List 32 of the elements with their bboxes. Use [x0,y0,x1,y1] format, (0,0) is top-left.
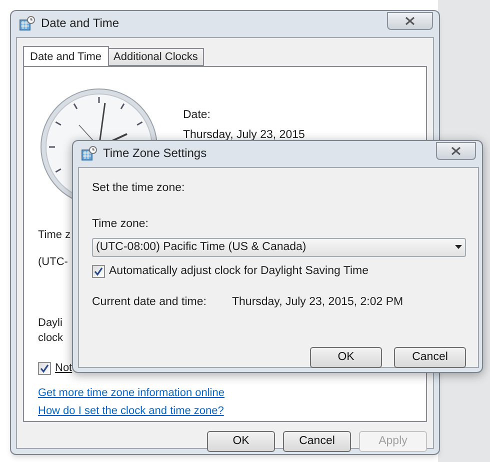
calendar-clock-icon [81,145,97,161]
close-icon [451,147,461,155]
checkbox[interactable] [38,362,51,375]
checkbox[interactable] [92,264,105,278]
close-button[interactable] [387,12,433,30]
help-link[interactable]: Get more time zone information online [38,384,224,401]
close-icon [405,17,415,25]
tab[interactable]: Date and Time [23,46,109,67]
date-value: Thursday, July 23, 2015 [183,128,305,144]
close-button[interactable] [436,142,476,160]
time-zone-dropdown[interactable]: (UTC-08:00) Pacific Time (US & Canada) [92,238,466,257]
daylight-saving-text: clock [38,331,64,346]
time-zone-value: (UTC- [38,254,68,270]
calendar-clock-icon [19,15,35,31]
date-label: Date: [183,108,212,123]
dialog-button[interactable]: OK [207,431,275,452]
checkbox-label: Automatically adjust clock for Daylight Saving Time [109,264,368,279]
window-title: Date and Time [41,15,120,32]
tab[interactable]: Additional Clocks [108,48,204,66]
dialog-button[interactable]: OK [310,347,382,368]
window-title: Time Zone Settings [103,145,207,162]
instruction-text: Set the time zone: [92,181,185,196]
current-date-value: Thursday, July 23, 2015, 2:02 PM [232,295,404,310]
dialog-button[interactable]: Cancel [394,347,466,368]
current-date-label: Current date and time: [92,295,208,310]
time-zone-label: Time z [38,228,71,243]
checkbox-label: Not [55,361,72,376]
daylight-saving-text: Dayli [38,316,64,331]
time-zone-label: Time zone: [92,217,148,232]
caret-icon [455,245,462,250]
dialog-button[interactable]: Cancel [283,431,351,452]
help-link[interactable]: How do I set the clock and time zone? [38,403,224,420]
